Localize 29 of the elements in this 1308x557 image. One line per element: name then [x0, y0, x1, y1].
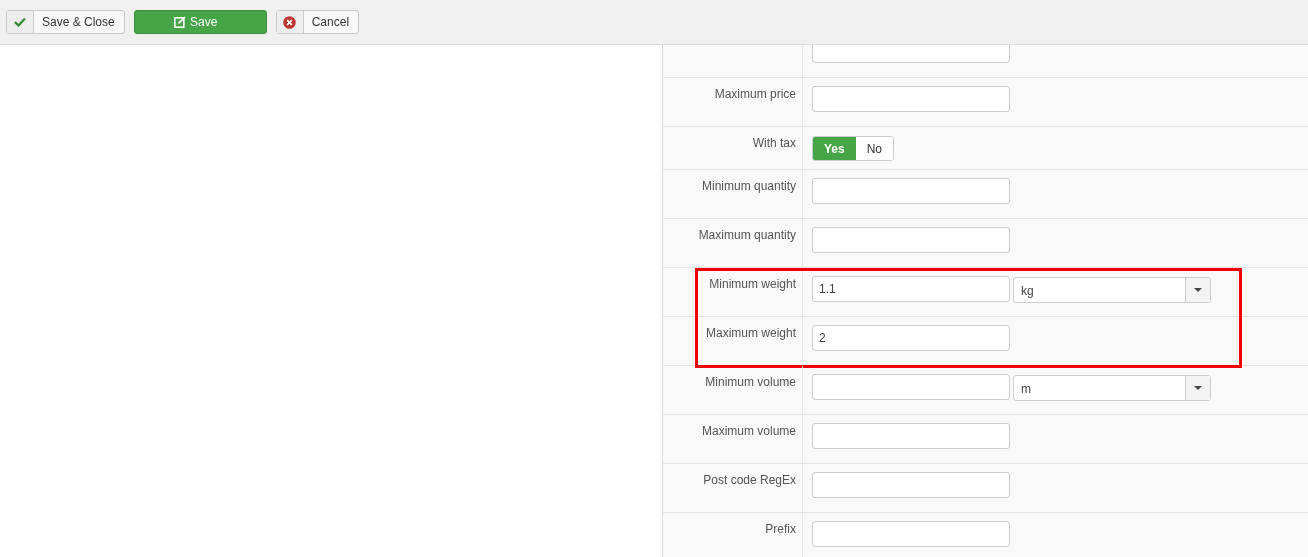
check-icon	[14, 17, 26, 27]
input-field[interactable]: 1.1	[812, 276, 1010, 302]
input-field[interactable]	[812, 423, 1010, 449]
unit-select[interactable]: kg	[1013, 277, 1211, 303]
input-field[interactable]	[812, 374, 1010, 400]
toolbar-button[interactable]: Save & Close	[6, 10, 125, 34]
field-label: Minimum quantity	[701, 179, 796, 193]
caret-icon	[1194, 386, 1202, 390]
cancel-icon	[283, 15, 297, 29]
unit-select[interactable]: m	[1013, 375, 1211, 401]
field-label: Maximum volume	[701, 424, 796, 438]
field-label: Maximum quantity	[698, 228, 796, 242]
input-field[interactable]	[812, 178, 1010, 204]
input-field[interactable]	[812, 521, 1010, 547]
input-field[interactable]: 2	[812, 325, 1010, 351]
toolbar-button[interactable]: Cancel	[275, 10, 360, 34]
input-field[interactable]	[812, 86, 1010, 112]
field-label: Minimum volume	[705, 375, 796, 389]
input-field[interactable]	[812, 472, 1010, 498]
field-label: With tax	[752, 136, 796, 150]
toggle-option[interactable]: No	[855, 137, 894, 160]
field-label: Maximum weight	[705, 326, 796, 340]
input-field[interactable]	[812, 227, 1010, 253]
edit-icon	[174, 16, 186, 28]
field-label: Prefix	[765, 522, 796, 536]
field-label: Post code RegEx	[703, 473, 796, 487]
caret-icon	[1194, 288, 1202, 292]
field-label: Minimum weight	[709, 277, 796, 291]
field-label: Maximum price	[714, 87, 796, 101]
